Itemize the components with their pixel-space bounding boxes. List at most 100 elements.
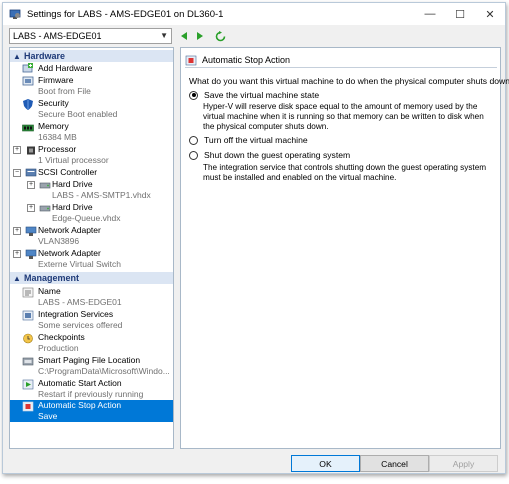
tree-item-value: LABS - AMS-SMTP1.vhdx (52, 190, 151, 200)
tree-item-hard-drive-1[interactable]: + Hard Drive LABS - AMS-SMTP1.vhdx (10, 179, 173, 201)
tree-item-scsi-controller[interactable]: − SCSI Controller (10, 167, 173, 178)
expand-icon[interactable]: + (13, 146, 21, 154)
tree-item-label: Hard Drive (52, 202, 93, 212)
tree-item-value: Some services offered (38, 320, 123, 330)
expand-icon[interactable]: + (13, 227, 21, 235)
option-turn-off[interactable]: Turn off the virtual machine (189, 135, 308, 145)
tree-item-label: Integration Services (38, 309, 114, 319)
turn-off-label: Turn off the virtual machine (204, 135, 308, 145)
collapse-tree-icon[interactable]: − (13, 169, 21, 177)
tree-item-label: Automatic Stop Action (38, 400, 122, 410)
tree-item-label: Memory (38, 121, 69, 131)
tree-item-automatic-stop-action[interactable]: Automatic Stop Action Save (10, 400, 173, 422)
next-button[interactable] (193, 29, 207, 43)
network-adapter-icon (25, 249, 37, 259)
expand-icon[interactable]: + (13, 250, 21, 258)
tree-item-label: Automatic Start Action (38, 378, 122, 388)
minimize-button[interactable]: — (415, 3, 445, 25)
detail-panel: Automatic Stop Action What do you want t… (180, 47, 509, 449)
header-divider (185, 67, 497, 68)
shut-down-guest-radio[interactable] (189, 150, 198, 160)
tree-item-value: LABS - AMS-EDGE01 (38, 297, 122, 307)
title-bar: Settings for LABS - AMS-EDGE01 on DL360-… (3, 3, 505, 25)
tree-item-value: Externe Virtual Switch (38, 259, 121, 269)
tree-item-processor[interactable]: + Processor 1 Virtual processor (10, 144, 173, 166)
expand-icon[interactable]: + (27, 204, 35, 212)
tree-item-firmware[interactable]: Firmware Boot from File (10, 75, 173, 97)
tree-item-label: Security (38, 98, 69, 108)
close-button[interactable]: ✕ (475, 3, 505, 25)
maximize-button[interactable]: ☐ (445, 3, 475, 25)
tree-item-label: Network Adapter (38, 225, 101, 235)
tree-item-label: Checkpoints (38, 332, 85, 342)
management-header-label: Management (24, 273, 80, 283)
hardware-section-header[interactable]: ▲ Hardware (10, 50, 173, 62)
tree-item-value: Edge-Queue.vhdx (52, 213, 121, 223)
hard-drive-icon (39, 205, 51, 212)
shut-down-guest-label: Shut down the guest operating system (204, 150, 351, 160)
tree-item-label: Hard Drive (52, 179, 93, 189)
tree-item-label: Processor (38, 144, 77, 154)
vm-selector-value: LABS - AMS-EDGE01 (13, 31, 102, 41)
firmware-icon (22, 76, 34, 86)
tree-item-value: 16384 MB (38, 132, 77, 142)
tree-item-name[interactable]: Name LABS - AMS-EDGE01 (10, 286, 173, 308)
tree-item-integration-services[interactable]: Integration Services Some services offer… (10, 309, 173, 331)
settings-tree: ▲ Hardware Add Hardware Firmware Boot fr… (9, 47, 174, 449)
tree-item-value: Restart if previously running (38, 389, 144, 399)
tree-item-value: Save (38, 411, 58, 421)
tree-item-value: Secure Boot enabled (38, 109, 118, 119)
shield-icon (23, 99, 33, 110)
stop-action-question: What do you want this virtual machine to… (189, 76, 509, 86)
paging-file-icon (22, 357, 34, 366)
settings-app-icon (8, 7, 22, 21)
integration-services-icon (22, 310, 34, 321)
arrow-left-icon (181, 32, 187, 40)
tree-item-automatic-start-action[interactable]: Automatic Start Action Restart if previo… (10, 378, 173, 400)
tree-item-network-adapter-2[interactable]: + Network Adapter Externe Virtual Switch (10, 248, 173, 270)
scsi-controller-icon (25, 168, 37, 177)
tree-item-value: Boot from File (38, 86, 91, 96)
tree-item-memory[interactable]: Memory 16384 MB (10, 121, 173, 143)
tree-item-label: Name (38, 286, 61, 296)
expand-icon[interactable]: + (27, 181, 35, 189)
collapse-icon: ▲ (13, 51, 21, 61)
option-save-state[interactable]: Save the virtual machine state (189, 90, 319, 100)
tree-item-hard-drive-2[interactable]: + Hard Drive Edge-Queue.vhdx (10, 202, 173, 224)
save-state-description: Hyper-V will reserve disk space equal to… (203, 102, 484, 131)
automatic-stop-icon (185, 55, 197, 65)
ok-button[interactable]: OK (291, 455, 360, 472)
name-icon (22, 287, 34, 298)
tree-item-smart-paging[interactable]: Smart Paging File Location C:\ProgramDat… (10, 355, 173, 377)
refresh-button[interactable] (213, 29, 227, 43)
automatic-start-icon (22, 379, 34, 390)
tree-item-add-hardware[interactable]: Add Hardware (10, 63, 173, 74)
shut-down-guest-description: The integration service that controls sh… (203, 163, 487, 182)
tree-item-label: Smart Paging File Location (38, 355, 141, 365)
option-shut-down-guest[interactable]: Shut down the guest operating system (189, 150, 350, 160)
refresh-icon (215, 30, 225, 41)
hardware-header-label: Hardware (24, 51, 66, 61)
tree-item-label: SCSI Controller (38, 167, 98, 177)
cancel-button[interactable]: Cancel (360, 455, 429, 472)
apply-button[interactable]: Apply (429, 455, 498, 472)
save-state-radio[interactable] (189, 90, 198, 100)
tree-item-checkpoints[interactable]: Checkpoints Production (10, 332, 173, 354)
hard-drive-icon (39, 182, 51, 189)
turn-off-radio[interactable] (189, 135, 198, 145)
section-header: Automatic Stop Action (185, 54, 497, 66)
previous-button[interactable] (177, 29, 191, 43)
arrow-right-icon (197, 32, 203, 40)
window-title: Settings for LABS - AMS-EDGE01 on DL360-… (27, 8, 224, 20)
tree-item-label: Firmware (38, 75, 74, 85)
network-adapter-icon (25, 226, 37, 236)
tree-item-network-adapter-1[interactable]: + Network Adapter VLAN3896 (10, 225, 173, 247)
add-hardware-icon (22, 63, 33, 73)
management-section-header[interactable]: ▲ Management (10, 272, 173, 284)
processor-icon (27, 146, 35, 155)
collapse-icon: ▲ (13, 273, 21, 283)
vm-selector-dropdown[interactable]: LABS - AMS-EDGE01 ▼ (9, 28, 172, 44)
tree-item-security[interactable]: Security Secure Boot enabled (10, 98, 173, 120)
section-title: Automatic Stop Action (202, 55, 291, 65)
automatic-stop-icon (22, 401, 34, 412)
